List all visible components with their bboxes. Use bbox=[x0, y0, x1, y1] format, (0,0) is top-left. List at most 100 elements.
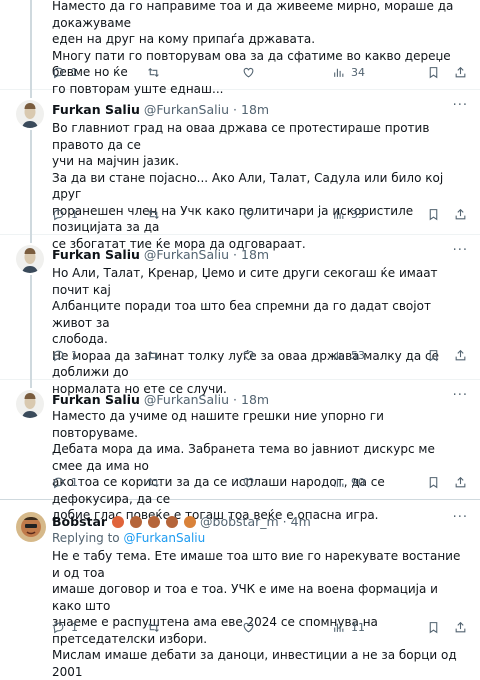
tweet-text: Не е табу тема. Ете имаше тоа што вие го… bbox=[52, 548, 467, 680]
share-icon bbox=[455, 208, 466, 220]
reply-button[interactable]: 1 bbox=[52, 66, 78, 79]
views-chart-icon bbox=[334, 210, 344, 219]
bookmark-button[interactable] bbox=[427, 208, 440, 221]
tweet-text: Во главниот град на оваа држава се проте… bbox=[52, 120, 467, 252]
bookmark-button[interactable] bbox=[427, 476, 440, 489]
avatar[interactable] bbox=[16, 100, 44, 128]
like-button[interactable] bbox=[242, 349, 255, 362]
timestamp[interactable]: 18m bbox=[241, 392, 269, 407]
reply-icon bbox=[53, 622, 64, 634]
emoji-icon bbox=[166, 516, 179, 528]
views-button[interactable]: 53 bbox=[332, 349, 365, 362]
emoji-icon bbox=[130, 516, 143, 528]
tweet[interactable]: Furkan Saliu @FurkanSaliu · 18m ··· Наме… bbox=[0, 380, 480, 522]
share-icon bbox=[455, 66, 466, 78]
more-dots-icon[interactable]: ··· bbox=[453, 243, 468, 258]
reply-icon bbox=[53, 477, 64, 489]
share-icon bbox=[455, 349, 466, 361]
timestamp[interactable]: 18m bbox=[241, 102, 269, 117]
retweet-button[interactable] bbox=[147, 349, 160, 362]
reply-count: 1 bbox=[71, 66, 78, 79]
author-name[interactable]: Furkan Saliu bbox=[52, 102, 140, 117]
tweet-text-line: Мислам имаше дебати за даноци, инвестици… bbox=[52, 648, 457, 679]
more-dots-icon[interactable]: ··· bbox=[453, 98, 468, 113]
tweet-header: Bobstar @bobstar_m · 4m bbox=[52, 512, 470, 530]
timestamp[interactable]: 4m bbox=[291, 514, 311, 529]
share-button[interactable] bbox=[454, 208, 467, 221]
separator-dot: · bbox=[233, 101, 238, 117]
heart-icon bbox=[243, 477, 254, 488]
avatar[interactable] bbox=[16, 245, 44, 273]
author-handle[interactable]: @FurkanSaliu bbox=[144, 247, 229, 262]
reply-count: 1 bbox=[71, 208, 78, 221]
retweet-icon bbox=[148, 67, 159, 78]
reply-button[interactable]: 1 bbox=[52, 208, 78, 221]
retweet-button[interactable] bbox=[147, 476, 160, 489]
emoji-icon bbox=[148, 516, 161, 528]
like-button[interactable] bbox=[242, 208, 255, 221]
reply-count: 1 bbox=[71, 621, 78, 634]
share-button[interactable] bbox=[454, 621, 467, 634]
author-name[interactable]: Furkan Saliu bbox=[52, 392, 140, 407]
view-count: 33 bbox=[351, 208, 365, 221]
more-dots-icon[interactable]: ··· bbox=[453, 388, 468, 403]
reply-count: 1 bbox=[71, 476, 78, 489]
views-button[interactable]: 33 bbox=[332, 208, 365, 221]
timestamp[interactable]: 18m bbox=[241, 247, 269, 262]
author-handle[interactable]: @FurkanSaliu bbox=[144, 392, 229, 407]
tweet[interactable]: Furkan Saliu @FurkanSaliu · 18m ··· Но А… bbox=[0, 235, 480, 396]
like-button[interactable] bbox=[242, 476, 255, 489]
retweet-button[interactable] bbox=[147, 208, 160, 221]
views-chart-icon bbox=[334, 68, 344, 77]
tweet-actions: 1 90 bbox=[52, 476, 467, 492]
thread-line bbox=[30, 130, 32, 235]
replying-to: Replying to @FurkanSaliu bbox=[52, 530, 467, 547]
share-icon bbox=[455, 476, 466, 488]
thread-line bbox=[30, 235, 32, 243]
like-button[interactable] bbox=[242, 66, 255, 79]
tweet[interactable]: Наместо да го направиме тоа и да живееме… bbox=[0, 0, 480, 96]
avatar-image bbox=[16, 390, 44, 418]
author-name[interactable]: Bobstar bbox=[52, 514, 107, 529]
retweet-button[interactable] bbox=[147, 621, 160, 634]
author-handle[interactable]: @FurkanSaliu bbox=[144, 102, 229, 117]
like-button[interactable] bbox=[242, 621, 255, 634]
author-handle[interactable]: @bobstar_m bbox=[200, 514, 279, 529]
reply-button[interactable]: 1 bbox=[52, 621, 78, 634]
reply-button[interactable]: 1 bbox=[52, 349, 78, 362]
heart-icon bbox=[243, 622, 254, 633]
tweet[interactable]: Furkan Saliu @FurkanSaliu · 18m ··· Во г… bbox=[0, 90, 480, 251]
tweet-text-line: Но Али, Талат, Кренар, Џемо и сите други… bbox=[52, 266, 438, 297]
author-name[interactable]: Furkan Saliu bbox=[52, 247, 140, 262]
retweet-button[interactable] bbox=[147, 66, 160, 79]
replying-to-link[interactable]: @FurkanSaliu bbox=[123, 531, 205, 545]
avatar[interactable] bbox=[16, 390, 44, 418]
tweet-text: Наместо да го направиме тоа и да живееме… bbox=[52, 0, 467, 97]
tweet[interactable]: Bobstar @bobstar_m · 4m ··· Replying to … bbox=[0, 500, 480, 679]
reply-icon bbox=[53, 67, 64, 79]
bookmark-icon bbox=[429, 209, 438, 221]
bookmark-button[interactable] bbox=[427, 66, 440, 79]
view-count: 90 bbox=[351, 476, 365, 489]
tweet-text-line: слобода. bbox=[52, 332, 108, 346]
tweet-header: Furkan Saliu @FurkanSaliu · 18m bbox=[52, 245, 470, 263]
views-button[interactable]: 90 bbox=[332, 476, 365, 489]
bookmark-button[interactable] bbox=[427, 621, 440, 634]
share-button[interactable] bbox=[454, 349, 467, 362]
tweet-text-line: еден на друг на кому припаѓа државата. bbox=[52, 32, 316, 46]
separator-dot: · bbox=[233, 246, 238, 262]
reply-button[interactable]: 1 bbox=[52, 476, 78, 489]
views-button[interactable]: 11 bbox=[332, 621, 365, 634]
more-dots-icon[interactable]: ··· bbox=[453, 510, 468, 525]
replying-to-label: Replying to bbox=[52, 531, 120, 545]
heart-icon bbox=[243, 209, 254, 220]
share-button[interactable] bbox=[454, 476, 467, 489]
thread-line bbox=[30, 0, 32, 90]
avatar[interactable] bbox=[16, 512, 46, 542]
views-button[interactable]: 34 bbox=[332, 66, 365, 79]
share-button[interactable] bbox=[454, 66, 467, 79]
bookmark-button[interactable] bbox=[427, 349, 440, 362]
thread-line bbox=[30, 380, 32, 388]
thread-line bbox=[30, 90, 32, 98]
retweet-icon bbox=[148, 477, 159, 488]
